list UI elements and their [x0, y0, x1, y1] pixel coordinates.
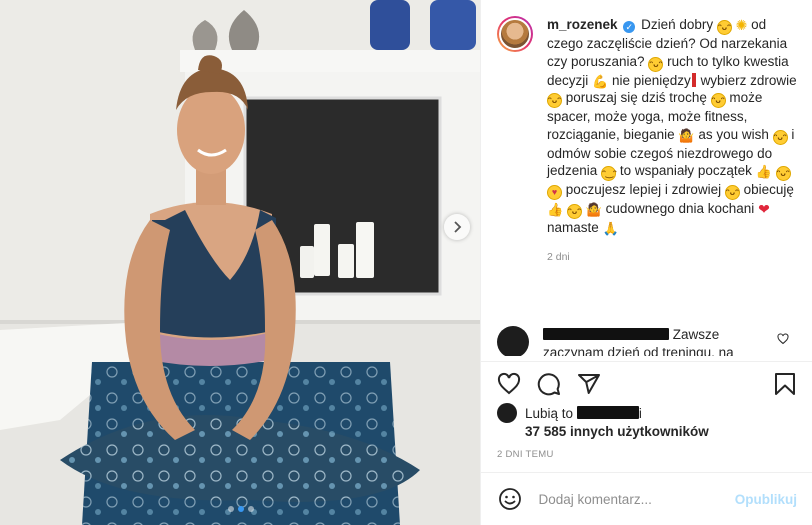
comment-button[interactable] — [535, 370, 563, 398]
exclamation-icon — [691, 72, 696, 87]
add-comment-bar: Opublikuj — [481, 473, 812, 525]
folded-hands-icon: 🙏 — [602, 221, 619, 237]
flexed-arm-icon: 💪 — [592, 73, 609, 89]
author-avatar[interactable] — [497, 16, 533, 52]
likes-count-link[interactable]: 37 585 innych użytkowników — [525, 424, 709, 439]
caption-part: poczujesz lepiej i zdrowiej — [565, 182, 722, 198]
share-button[interactable] — [575, 370, 603, 398]
save-button[interactable] — [771, 370, 799, 398]
grinning-face-icon: ᵔᴗᵔ — [648, 56, 664, 72]
grinning-face-icon: ᵔᴗᵔ — [724, 185, 740, 201]
heart-icon — [497, 372, 521, 395]
post-photo[interactable] — [0, 0, 480, 525]
sun-icon: ✺ — [735, 17, 748, 33]
post-panel: m_rozenek ✓ Dzień dobry ᵔᴗᵔ ✺ od czego z… — [480, 0, 812, 525]
grinning-face-icon: ᵔᴗᵔ — [772, 129, 788, 145]
photo-illustration — [0, 0, 480, 525]
carousel-next-button[interactable] — [444, 214, 470, 240]
carousel-dot — [248, 506, 254, 512]
caption-part: cudownego dnia kochani — [605, 201, 755, 217]
comment-input[interactable] — [538, 491, 735, 507]
post-timestamp[interactable]: 2 DNI TEMU — [497, 449, 554, 460]
divider — [481, 361, 812, 362]
commenter-avatar[interactable] — [497, 326, 529, 356]
caption-part: as you wish — [698, 126, 769, 142]
publish-comment-button[interactable]: Opublikuj — [735, 492, 797, 507]
caption-timestamp[interactable]: 2 dni — [547, 251, 797, 263]
comment-text: Zawsze zaczynam dzień od treningu, na — [543, 326, 763, 356]
likes-text: Lubią to i — [525, 405, 642, 421]
emoji-button[interactable] — [497, 486, 523, 512]
share-icon — [578, 374, 600, 394]
thumbs-up-icon: 👍 — [547, 202, 564, 218]
post-actions — [495, 370, 799, 398]
likes-suffix: i — [638, 405, 642, 421]
redacted-liker-username[interactable] — [576, 405, 639, 419]
caption-part: Dzień dobry — [641, 17, 714, 32]
kissing-face-icon: ♥ — [547, 185, 562, 201]
red-heart-icon: ❤ — [758, 201, 770, 218]
carousel-dot — [228, 506, 234, 512]
grinning-face-icon: ᵔᴗᵔ — [710, 93, 726, 109]
likes-summary: Lubią to i — [497, 403, 797, 423]
caption-text: m_rozenek ✓ Dzień dobry ᵔᴗᵔ ✺ od czego z… — [547, 16, 797, 237]
grinning-face-icon: ᵔᴗᵔ — [566, 204, 582, 220]
caption-part: nie pieniędzy — [611, 72, 691, 88]
person-shrugging-icon: 🤷 — [585, 202, 602, 218]
caption-part: poruszaj się dziś trochę — [565, 90, 707, 106]
like-button[interactable] — [495, 370, 523, 398]
smiling-face-icon: ᵔ‿ᵔ — [601, 166, 617, 182]
thumbs-up-icon: 👍 — [755, 164, 772, 180]
comment-icon — [537, 373, 560, 396]
grinning-face-icon: ᵔᴗᵔ — [547, 93, 562, 109]
caption-part: to wspaniały początek — [619, 163, 752, 179]
comment-like-heart-icon[interactable] — [777, 333, 789, 345]
emoji-icon — [498, 488, 521, 510]
caption-section: m_rozenek ✓ Dzień dobry ᵔᴗᵔ ✺ od czego z… — [481, 0, 812, 310]
verified-badge-icon: ✓ — [623, 21, 636, 33]
chevron-right-icon — [454, 221, 462, 233]
grinning-face-icon: ᵔᴗᵔ — [775, 166, 791, 182]
caption-part: namaste — [547, 220, 599, 236]
comment-item: Zawsze zaczynam dzień od treningu, na — [497, 326, 797, 356]
bookmark-icon — [775, 373, 795, 395]
caption-part: wybierz zdrowie — [700, 72, 797, 88]
author-username[interactable]: m_rozenek — [547, 17, 618, 32]
redacted-username[interactable] — [543, 328, 669, 340]
carousel-dot-active — [238, 506, 244, 512]
grinning-face-icon: ᵔᴗᵔ — [716, 20, 732, 35]
caption-part: obiecuję — [743, 182, 794, 198]
person-shrugging-icon: 🤷 — [678, 127, 695, 143]
carousel-dots — [228, 506, 254, 512]
likes-prefix: Lubią to — [525, 405, 574, 421]
liker-avatar[interactable] — [497, 403, 517, 423]
